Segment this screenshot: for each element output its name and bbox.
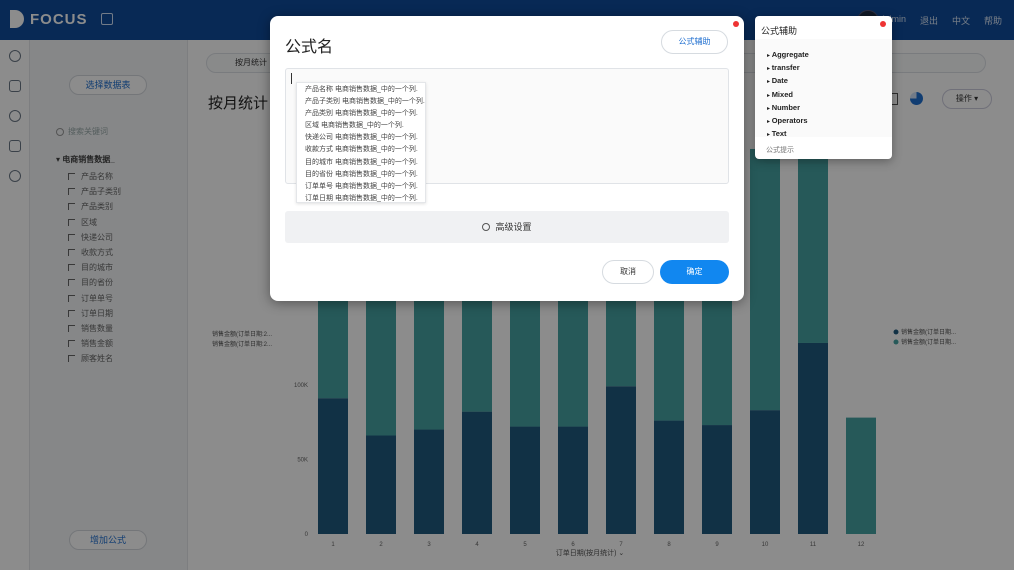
- suggestion-item[interactable]: 订单单号 电商销售数据_中的一个列.: [297, 181, 425, 193]
- formula-editor[interactable]: 产品名称 电商销售数据_中的一个列. 产品子类别 电商销售数据_中的一个列. 产品类…: [285, 68, 729, 203]
- function-category-item[interactable]: Text: [767, 127, 892, 140]
- gear-icon: [482, 223, 491, 231]
- suggestion-item[interactable]: 快递公司 电商销售数据_中的一个列.: [297, 132, 425, 144]
- suggestion-list: 产品名称 电商销售数据_中的一个列. 产品子类别 电商销售数据_中的一个列. 产品类…: [296, 82, 426, 203]
- suggestion-item[interactable]: 目的省份 电商销售数据_中的一个列.: [297, 169, 425, 181]
- close-icon[interactable]: [880, 21, 886, 27]
- dialog-title: 公式名: [285, 39, 334, 56]
- suggestion-item[interactable]: 目的城市 电商销售数据_中的一个列.: [297, 157, 425, 169]
- function-category-item[interactable]: transfer: [767, 61, 892, 74]
- formula-dialog: 公式名 公式辅助 产品名称 电商销售数据_中的一个列. 产品子类别 电商销售数据_…: [270, 16, 744, 301]
- suggestion-item[interactable]: 产品类别 电商销售数据_中的一个列.: [297, 108, 425, 120]
- function-category-item[interactable]: Mixed: [767, 88, 892, 101]
- formula-hint: 公式提示: [766, 147, 794, 154]
- text-caret: [291, 73, 292, 84]
- formula-assist-button[interactable]: 公式辅助: [661, 30, 728, 54]
- cancel-button[interactable]: 取消: [602, 260, 654, 284]
- function-category-list: AggregatetransferDateMixedNumberOperator…: [755, 39, 892, 140]
- advanced-settings-button[interactable]: 高级设置: [285, 211, 729, 243]
- close-icon[interactable]: [733, 21, 739, 27]
- suggestion-item[interactable]: 产品名称 电商销售数据_中的一个列.: [297, 84, 425, 96]
- suggestion-item[interactable]: 区域 电商销售数据_中的一个列.: [297, 120, 425, 132]
- assist-panel-title: 公式辅助: [761, 26, 798, 36]
- suggestion-item[interactable]: 产品子类别 电商销售数据_中的一个列.: [297, 96, 425, 108]
- function-category-item[interactable]: Operators: [767, 114, 892, 127]
- suggestion-item[interactable]: 收款方式 电商销售数据_中的一个列.: [297, 144, 425, 156]
- confirm-button[interactable]: 确定: [660, 260, 729, 284]
- formula-assist-panel: 公式辅助 AggregatetransferDateMixedNumberOpe…: [755, 16, 892, 159]
- function-category-item[interactable]: Date: [767, 74, 892, 87]
- function-category-item[interactable]: Number: [767, 101, 892, 114]
- function-category-item[interactable]: Aggregate: [767, 48, 892, 61]
- suggestion-item[interactable]: 订单日期 电商销售数据_中的一个列.: [297, 193, 425, 205]
